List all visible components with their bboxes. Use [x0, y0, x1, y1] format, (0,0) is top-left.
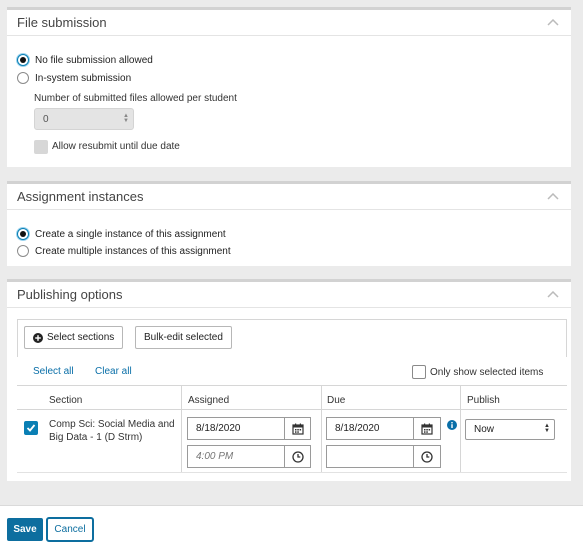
clock-icon — [291, 450, 304, 463]
column-header-section: Section — [49, 395, 83, 406]
button-label: Bulk-edit selected — [144, 332, 223, 343]
panel-title: File submission — [17, 15, 107, 30]
due-date-input[interactable]: 8/18/2020 — [326, 417, 414, 440]
save-button[interactable]: Save — [7, 518, 43, 541]
row-checkbox[interactable] — [24, 421, 38, 435]
panel-title: Assignment instances — [17, 189, 144, 204]
select-sections-button[interactable]: Select sections — [24, 326, 124, 349]
radio-button[interactable] — [17, 245, 29, 257]
radio-button[interactable] — [17, 54, 29, 66]
calendar-icon — [291, 423, 304, 435]
radio-label: No file submission allowed — [35, 54, 153, 66]
clear-all-link[interactable]: Clear all — [95, 366, 132, 377]
info-icon[interactable] — [447, 420, 457, 433]
radio-multiple-instances[interactable]: Create multiple instances of this assign… — [17, 244, 231, 258]
publish-select[interactable]: Now ▲ ▼ — [465, 419, 555, 440]
only-show-selected-label: Only show selected items — [430, 367, 544, 378]
due-calendar-button[interactable] — [414, 417, 441, 440]
only-show-selected-checkbox[interactable] — [412, 365, 426, 379]
radio-single-instance[interactable]: Create a single instance of this assignm… — [17, 227, 226, 241]
due-clock-button[interactable] — [414, 445, 441, 468]
select-value: 0 — [43, 113, 49, 125]
publishing-options-panel: Publishing options Select sections Bulk-… — [7, 279, 571, 481]
cancel-button[interactable]: Cancel — [46, 517, 94, 542]
radio-in-system[interactable]: In-system submission — [17, 71, 131, 85]
divider — [17, 409, 567, 410]
chevron-up-icon[interactable] — [545, 290, 561, 300]
column-header-assigned: Assigned — [188, 395, 230, 406]
resubmit-label: Allow resubmit until due date — [52, 141, 180, 152]
bulk-edit-button[interactable]: Bulk-edit selected — [135, 326, 232, 349]
divider — [17, 472, 567, 473]
column-header-publish: Publish — [467, 395, 500, 406]
panel-title: Publishing options — [17, 287, 123, 302]
updown-icon: ▲ ▼ — [123, 113, 129, 124]
field-placeholder: 4:00 PM — [196, 451, 234, 462]
select-all-link[interactable]: Select all — [33, 366, 74, 377]
radio-no-file[interactable]: No file submission allowed — [17, 53, 153, 67]
radio-label: Create a single instance of this assignm… — [35, 228, 226, 240]
assigned-time-input[interactable]: 4:00 PM — [187, 445, 285, 468]
section-name-line1: Comp Sci: Social Media and — [49, 419, 175, 430]
radio-label: Create multiple instances of this assign… — [35, 245, 231, 257]
files-allowed-label: Number of submitted files allowed per st… — [34, 93, 237, 104]
field-value: 8/18/2020 — [196, 423, 241, 434]
plus-circle-icon — [33, 332, 43, 343]
select-value: Now — [474, 424, 495, 435]
section-name-line2: Big Data - 1 (D Strm) — [49, 432, 143, 443]
divider — [17, 385, 567, 386]
divider — [181, 385, 182, 472]
chevron-up-icon[interactable] — [545, 18, 561, 28]
divider — [321, 385, 322, 472]
assignment-instances-panel: Assignment instances Create a single ins… — [7, 181, 571, 266]
panel-header[interactable]: File submission — [7, 10, 571, 36]
assigned-date-input[interactable]: 8/18/2020 — [187, 417, 285, 440]
files-allowed-select[interactable]: 0 ▲ ▼ — [34, 108, 134, 130]
due-time-input[interactable] — [326, 445, 414, 468]
assigned-clock-button[interactable] — [285, 445, 311, 468]
radio-label: In-system submission — [35, 72, 132, 84]
check-icon — [26, 424, 36, 432]
button-label: Select sections — [47, 332, 115, 343]
calendar-icon — [421, 423, 433, 435]
chevron-up-icon[interactable] — [545, 192, 561, 202]
divider — [460, 385, 461, 472]
footer-bar: Save Cancel — [0, 505, 583, 549]
radio-button[interactable] — [17, 72, 29, 84]
sections-toolbar: Select sections Bulk-edit selected — [17, 319, 567, 357]
assigned-calendar-button[interactable] — [285, 417, 311, 440]
panel-header[interactable]: Assignment instances — [7, 184, 571, 210]
clock-icon — [421, 450, 433, 463]
resubmit-checkbox[interactable] — [34, 140, 48, 154]
panel-header[interactable]: Publishing options — [7, 282, 571, 308]
field-value: 8/18/2020 — [335, 423, 380, 434]
radio-button[interactable] — [17, 228, 29, 240]
updown-icon: ▲ ▼ — [544, 423, 550, 434]
file-submission-panel: File submission No file submission allow… — [7, 7, 571, 167]
column-header-due: Due — [327, 395, 346, 406]
